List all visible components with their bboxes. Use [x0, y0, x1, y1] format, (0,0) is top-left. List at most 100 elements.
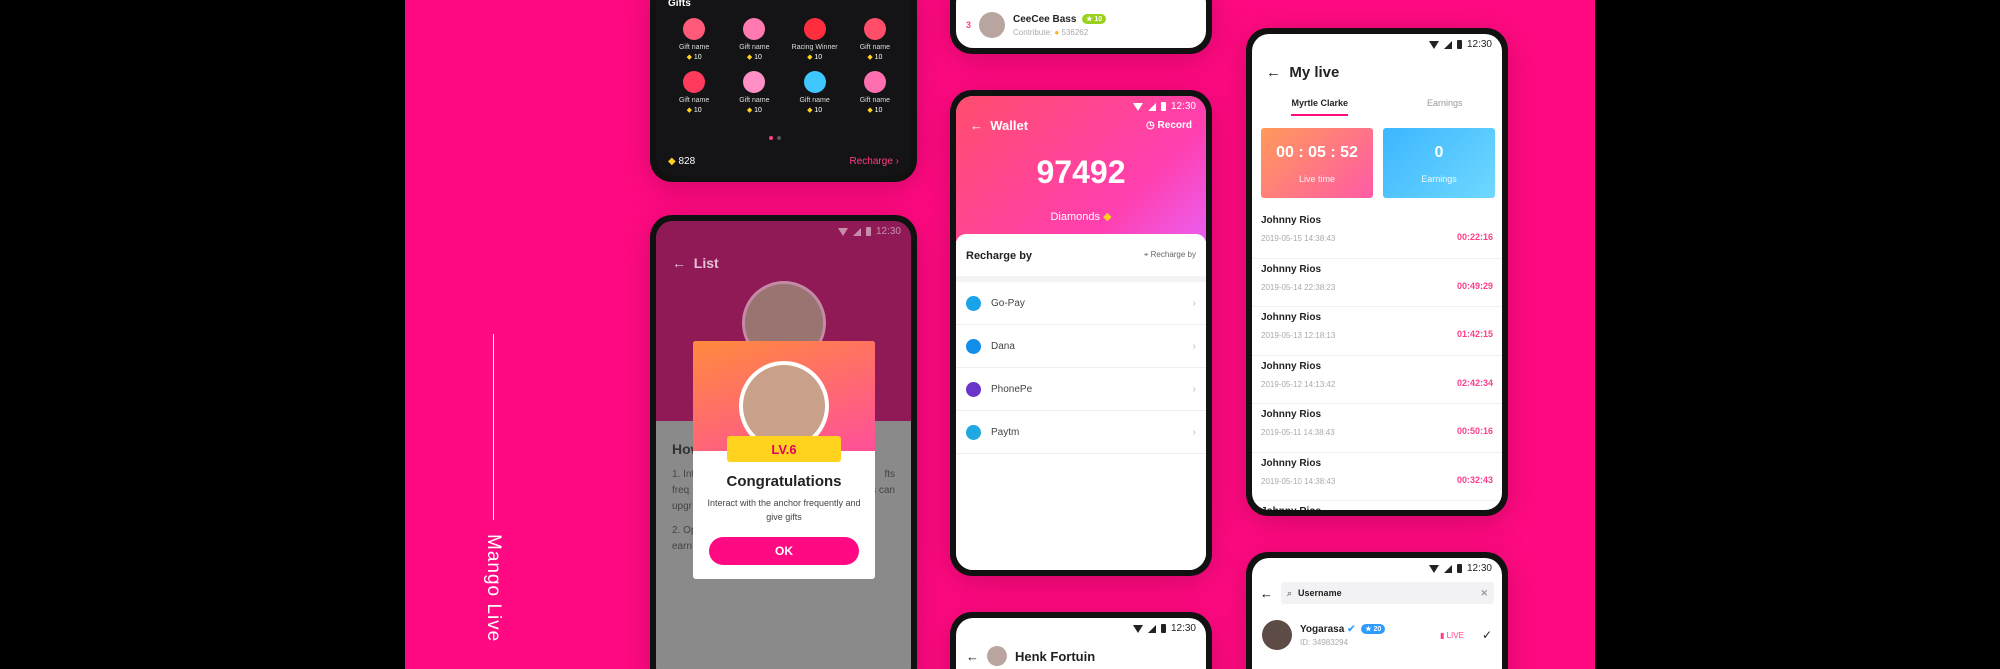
avatar: [979, 12, 1006, 38]
back-arrow-icon[interactable]: ←: [672, 255, 686, 271]
lips-gift-icon: [863, 18, 886, 40]
page-dot[interactable]: [777, 136, 781, 140]
live-record-row[interactable]: Johnny Rios 2019-05-15 14:38:43 00:22:16: [1252, 210, 1502, 259]
live-record-row[interactable]: Johnny Rios 2019-05-10 14:38:43 00:32:43: [1252, 453, 1502, 501]
tab-myrtle-clarke[interactable]: Myrtle Clarke: [1291, 98, 1349, 116]
live-record-row[interactable]: Johnny Rios 2019-05-13 12:18:13 01:42:15: [1252, 307, 1502, 356]
live-time-value: 00 : 05 : 52: [1276, 144, 1358, 161]
gifts-phone: Gifts Gift name ◆ 10 Gift name ◆ 10 Racing W…: [650, 0, 917, 182]
recharge-card: Recharge by ⌖ Recharge by Go-Pay › Dana › Ph…: [956, 234, 1206, 570]
contributor-row[interactable]: 3 CeeCee Bass ★ 10 Contribute: ● 536262: [966, 12, 1196, 38]
brand-name: Mango Live: [483, 534, 504, 643]
profile-phone: 12:30 ← Henk Fortuin: [950, 612, 1212, 669]
live-record-row[interactable]: Johnny Rios 2019-05-11 14:38:43 00:50:16: [1252, 404, 1502, 453]
gift-price-value: 10: [874, 107, 883, 114]
my-live-screen: 12:30 ← My live Myrtle Clarke Earnings 0…: [1252, 34, 1502, 510]
back-arrow-icon[interactable]: ←: [1266, 64, 1281, 81]
gift-item[interactable]: Gift name ◆ 10: [785, 71, 845, 114]
record-link[interactable]: ◷ Record: [1146, 120, 1192, 131]
my-live-phone: 12:30 ← My live Myrtle Clarke Earnings 0…: [1246, 28, 1508, 516]
search-icon: ⌕: [1287, 587, 1293, 598]
contribute-amount: 536262: [1061, 27, 1089, 37]
search-result-row[interactable]: Yogarasa ✔ ★ 20 ID: 34983294 ▮ LIVE ✓: [1262, 620, 1492, 650]
recharge-by-filter-label: Recharge by: [1150, 250, 1196, 259]
gift-price-value: 10: [693, 54, 702, 61]
back-arrow-icon[interactable]: ←: [970, 118, 983, 133]
contributor-phone: 3 CeeCee Bass ★ 10 Contribute: ● 536262: [950, 0, 1212, 54]
gift-name: Gift name: [739, 44, 770, 51]
rocket-gift-icon: [743, 18, 766, 40]
star-icon: ★: [1365, 625, 1372, 633]
gift-grid: Gift name ◆ 10 Gift name ◆ 10 Racing Winner ◆…: [664, 18, 905, 114]
result-name: Yogarasa: [1300, 623, 1345, 635]
result-info: Yogarasa ✔ ★ 20 ID: 34983294: [1300, 623, 1386, 647]
payment-logo-icon: [966, 338, 981, 354]
status-bar: 12:30: [1428, 39, 1492, 50]
page-dot-active[interactable]: [769, 136, 773, 140]
status-bar: 12:30: [837, 226, 901, 237]
contributor-info: CeeCee Bass ★ 10 Contribute: ● 536262: [1013, 14, 1107, 37]
record-name: Johnny Rios: [1261, 312, 1322, 323]
diamond-icon: ◆: [686, 107, 694, 114]
gift-item[interactable]: Gift name ◆ 10: [845, 18, 905, 61]
recharge-by-title: Recharge by: [966, 250, 1033, 262]
payment-method-name: PhonePe: [991, 383, 1033, 395]
gift-name: Gift name: [678, 44, 710, 51]
congratulations-dialog: LV.6 Congratulations Interact with the a…: [693, 341, 875, 579]
location-pin-icon: ⌖: [1143, 250, 1149, 259]
recharge-by-filter[interactable]: ⌖ Recharge by: [1144, 250, 1196, 262]
contribute-row: Contribute: ● 536262: [1013, 28, 1106, 37]
my-live-title-text: My live: [1289, 64, 1340, 81]
gift-item[interactable]: Gift name ◆ 10: [664, 18, 724, 61]
diamond-icon: ◆: [867, 54, 875, 61]
gift-item[interactable]: Gift name ◆ 10: [724, 71, 784, 114]
payment-logo-icon: [966, 295, 981, 311]
record-name: Johnny Rios: [1261, 215, 1322, 226]
gift-price: ◆ 10: [687, 53, 702, 61]
gift-price: ◆ 10: [867, 106, 882, 114]
clear-icon[interactable]: ✕: [1480, 588, 1488, 599]
result-name-row: Yogarasa ✔ ★ 20: [1300, 623, 1386, 635]
diamond-amount: 97492: [1036, 154, 1126, 190]
list-screen: 12:30 ← List How 1. Int fts freq s can upg…: [656, 221, 911, 669]
tab-bar: Myrtle Clarke Earnings: [1252, 98, 1502, 116]
diamonds-label: Diamonds: [1050, 211, 1100, 223]
ok-button[interactable]: OK: [709, 537, 859, 565]
back-arrow-icon[interactable]: ←: [966, 649, 979, 664]
checkmark-icon[interactable]: ✓: [1482, 628, 1492, 642]
love-gift-icon: [683, 71, 706, 93]
record-duration: 02:42:34: [1456, 377, 1493, 388]
live-time-label: Live time: [1298, 174, 1335, 184]
live-record-row[interactable]: Johnny Rios 2019-05-14 22:38:23 00:49:29: [1252, 259, 1502, 307]
live-record-row[interactable]: Johnny Rios: [1252, 501, 1502, 510]
live-record-row[interactable]: Johnny Rios 2019-05-12 14:13:42 02:42:34: [1252, 356, 1502, 404]
back-arrow-icon[interactable]: ←: [1260, 586, 1273, 601]
record-duration: 01:42:15: [1456, 329, 1493, 339]
payment-method-row[interactable]: Paytm ›: [956, 411, 1206, 454]
diamond-balance: ◆ 828: [668, 156, 695, 167]
gift-item[interactable]: Gift name ◆ 10: [724, 18, 784, 61]
gift-item[interactable]: Gift name ◆ 10: [664, 71, 724, 114]
diamond-gift-icon: [803, 71, 826, 93]
avatar: [987, 646, 1007, 666]
payment-method-row[interactable]: Dana ›: [956, 325, 1206, 368]
gift-price: ◆ 10: [807, 53, 822, 61]
search-input[interactable]: ⌕ Username ✕: [1281, 582, 1494, 604]
recharge-link[interactable]: Recharge ›: [850, 156, 899, 167]
payment-method-row[interactable]: Go-Pay ›: [956, 282, 1206, 325]
gift-item[interactable]: Racing Winner ◆ 10: [785, 18, 845, 61]
list-phone: 12:30 ← List How 1. Int fts freq s can upg…: [650, 215, 917, 669]
record-duration: 00:50:16: [1456, 426, 1493, 436]
gift-name: Gift name: [859, 44, 891, 51]
level-value: 10: [1094, 15, 1103, 23]
my-live-title: ← My live: [1266, 64, 1339, 81]
contribute-label: Contribute:: [1013, 27, 1053, 37]
gift-item[interactable]: Gift name ◆ 10: [845, 71, 905, 114]
wallet-header: 12:30 ← Wallet ◷ Record 97492 Diamonds ◆: [956, 96, 1206, 241]
diamond-icon: ◆: [1103, 211, 1112, 223]
chevron-right-icon: ›: [895, 156, 899, 167]
payment-method-row[interactable]: PhonePe ›: [956, 368, 1206, 411]
gift-price: ◆ 10: [747, 106, 762, 114]
gift-name: Gift name: [859, 97, 891, 104]
tab-earnings[interactable]: Earnings: [1427, 98, 1463, 116]
